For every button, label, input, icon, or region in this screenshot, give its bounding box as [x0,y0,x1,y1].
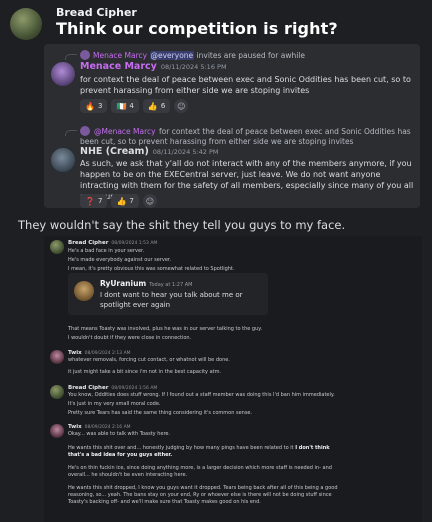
message-author[interactable]: NHE (Cream) 08/11/2024 5:42 PM [80,146,219,157]
timestamp: 08/11/2024 5:42 PM [152,148,219,156]
thumbs-up-emoji-icon: 👍 [116,196,127,206]
reply-preview[interactable]: @Menace Marcy for context the deal of pe… [65,126,416,147]
reply-connector [65,54,77,60]
message-line: overall... he shouldn't be even interact… [68,472,188,478]
message-line: Pretty sure Tears has said the same thin… [68,410,253,416]
message-line: That means Toasty was involved, plus he … [68,326,263,332]
add-reaction-icon[interactable]: ☺ [174,99,189,113]
message-line: I wouldn't doubt if they were close in c… [68,335,192,341]
avatar[interactable] [50,350,64,364]
reply-author: Menace Marcy [93,51,148,60]
reactions: 🔥 3 🇮🇪 4 👍 6 ☺ [80,99,189,113]
question-emoji-icon: ❓ [85,196,95,206]
announcement-screenshot: Menace Marcy @everyone invites are pause… [44,44,420,208]
avatar[interactable] [50,424,64,438]
timestamp: 08/09/2024 2:13 AM [84,351,131,356]
timestamp: 08/09/2024 1:56 AM [111,386,158,391]
message-line: it just might take a bit since i'm not i… [68,369,222,375]
avatar[interactable] [51,148,75,172]
avatar[interactable] [51,62,75,86]
timestamp: Today at 1:27 AM [149,282,193,288]
message-line: reasoning, so... yeah. The bans stay on … [68,492,332,498]
embed-author: RyUranium Today at 1:27 AM [100,279,193,288]
message-line: He's made everybody against our server. [68,257,172,263]
message-line: It's just in my very small moral code. [68,401,161,407]
message-line: You know, Oddities does stuff wrong. If … [68,392,335,398]
avatar[interactable] [50,240,64,254]
reply-text: invites are paused for awhile [196,51,306,60]
avatar [80,50,90,60]
avatar [80,126,90,136]
avatar[interactable] [50,385,64,399]
message-line: He wants this shit over and... honestly … [68,445,330,451]
message-line: He wants this shit dropped, I know you g… [68,485,338,491]
message-line: Okay... was able to talk with Toasty her… [68,431,171,437]
reply-connector [65,130,77,136]
reply-preview[interactable]: Menace Marcy @everyone invites are pause… [65,50,306,60]
thumbs-up-emoji-icon: 👍 [147,101,158,111]
message-line: Toasty's backing off- and we'll make sur… [68,499,261,505]
timestamp: 08/09/2024 1:53 AM [111,241,158,246]
message-line: He's on thin fuckin ice, since doing any… [68,465,332,471]
post-header: Bread Cipher Think our competition is ri… [10,6,422,46]
reactions: ❓ 7 👍 7 ☺ [80,194,157,208]
message-line: that's a bad idea for you guys either. [68,452,173,458]
add-reaction-icon[interactable]: ☺ [142,194,157,208]
message-author[interactable]: Bread Cipher 08/09/2024 1:53 AM [68,240,157,246]
reaction-question[interactable]: ❓ 7 [80,194,108,208]
mention-user[interactable]: @Menace Marcy [93,127,157,136]
message-line: I mean, it's pretty obvious this was som… [68,266,235,272]
message-line: He's a bad face in your server. [68,248,145,254]
post-caption: They wouldn't say the shit they tell you… [18,218,346,232]
message-author[interactable]: Menace Marcy 08/11/2024 5:16 PM [80,61,227,72]
flag-emoji-icon: 🇮🇪 [116,101,127,111]
page-title: Think our competition is right? [56,19,338,38]
quoted-message-embed[interactable]: RyUranium Today at 1:27 AM I dont want to… [68,273,268,315]
message-author[interactable]: Bread Cipher 08/09/2024 1:56 AM [68,385,157,391]
reaction-thumbs-up[interactable]: 👍 6 [142,99,171,113]
avatar[interactable] [10,8,42,40]
timestamp: 08/11/2024 5:16 PM [160,63,227,71]
message-author[interactable]: Twix 08/09/2024 2:13 AM [68,350,131,356]
avatar [74,281,94,301]
reaction-flag[interactable]: 🇮🇪 4 [111,99,139,113]
embed-text: I dont want to hear you talk about me or… [100,291,243,309]
reaction-fire[interactable]: 🔥 3 [80,99,108,113]
fire-emoji-icon: 🔥 [85,101,95,111]
message-author[interactable]: Twix 08/09/2024 2:16 AM [68,424,131,430]
chat-screenshot: Bread Cipher 08/09/2024 1:53 AM He's a ba… [44,236,422,522]
reaction-thumbs-up[interactable]: 👍 7 [111,194,139,208]
post-author[interactable]: Bread Cipher [56,6,137,19]
mention-everyone[interactable]: @everyone [149,51,195,60]
timestamp: 08/09/2024 2:16 AM [84,425,131,430]
message-line: whatever removals, forcing cut contact, … [68,357,230,363]
message-text: for context the deal of peace between ex… [80,75,411,95]
